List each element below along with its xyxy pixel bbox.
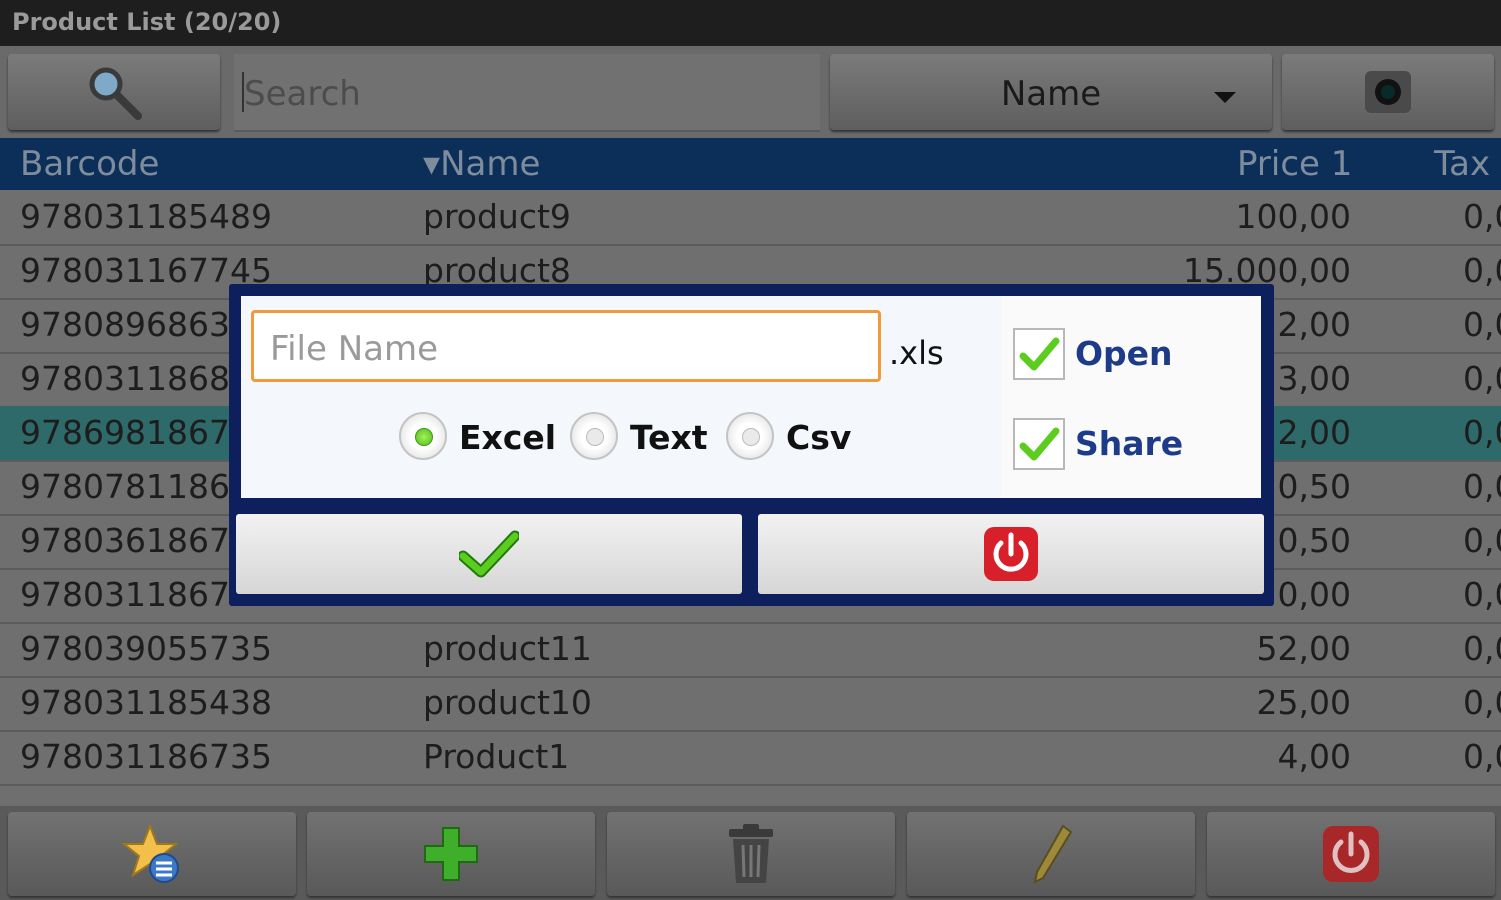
power-icon <box>1323 826 1379 882</box>
sort-field-dropdown[interactable]: Name <box>830 54 1272 130</box>
cell-tax: 0,0 <box>1463 521 1501 560</box>
format-label-csv: Csv <box>786 418 852 457</box>
cell-price: 0,00 <box>1277 575 1351 614</box>
cell-name: Product1 <box>423 737 570 776</box>
column-header-tax[interactable]: Tax <box>1434 144 1490 184</box>
cell-name: product11 <box>423 629 592 668</box>
cell-price: 2,00 <box>1277 413 1351 452</box>
cancel-button[interactable] <box>758 514 1264 594</box>
cell-name: product10 <box>423 683 592 722</box>
checkmark-icon <box>1019 427 1060 461</box>
format-label-text: Text <box>630 418 708 457</box>
cell-tax: 0,0 <box>1463 629 1501 668</box>
cell-barcode: 9780896863 <box>20 305 230 344</box>
add-icon <box>424 827 478 881</box>
cell-barcode: 9780311868 <box>20 359 230 398</box>
camera-button[interactable] <box>1282 54 1494 130</box>
dialog-content: File Name .xls Excel Text Csv Open Share <box>241 296 1261 498</box>
title-bar: Product List (20/20) <box>0 0 1501 46</box>
cell-price: 2,00 <box>1277 305 1351 344</box>
table-header: Barcode ▾Name Price 1 Tax <box>0 138 1501 190</box>
cell-tax: 0,0 <box>1463 413 1501 452</box>
cell-price: 100,00 <box>1235 197 1351 236</box>
cell-tax: 0,0 <box>1463 305 1501 344</box>
edit-button[interactable] <box>907 812 1195 896</box>
radio-unselected-icon <box>570 412 618 460</box>
search-button[interactable] <box>8 54 220 130</box>
cell-barcode: 9780781186 <box>20 467 230 506</box>
cell-tax: 0,0 <box>1463 575 1501 614</box>
cell-tax: 0,0 <box>1463 737 1501 776</box>
table-row[interactable]: 978039055735 product11 52,00 0,0 <box>0 622 1501 678</box>
cell-price: 0,50 <box>1277 467 1351 506</box>
cell-barcode: 9786981867 <box>20 413 230 452</box>
cell-barcode: 978039055735 <box>20 629 272 668</box>
exit-button[interactable] <box>1207 812 1495 896</box>
file-extension: .xls <box>889 334 944 372</box>
toolbar: Search Name <box>0 46 1501 138</box>
cell-tax: 0,0 <box>1463 251 1501 290</box>
file-name-input[interactable]: File Name <box>251 310 881 382</box>
column-header-barcode[interactable]: Barcode <box>20 144 159 184</box>
sort-field-label: Name <box>1000 74 1102 114</box>
open-label: Open <box>1075 334 1173 373</box>
cell-price: 3,00 <box>1277 359 1351 398</box>
search-placeholder: Search <box>244 74 361 114</box>
file-name-placeholder: File Name <box>270 329 439 369</box>
share-checkbox[interactable] <box>1013 418 1065 470</box>
power-icon <box>984 527 1038 581</box>
open-checkbox[interactable] <box>1013 328 1065 380</box>
table-row-partial[interactable] <box>0 784 1501 806</box>
cell-tax: 0,0 <box>1463 197 1501 236</box>
cell-price: 25,00 <box>1256 683 1351 722</box>
cell-price: 0,50 <box>1277 521 1351 560</box>
trash-icon <box>729 824 773 883</box>
confirm-check-icon <box>459 530 519 578</box>
column-header-price[interactable]: Price 1 <box>1237 144 1352 184</box>
search-icon <box>89 67 142 120</box>
cell-barcode: 9780311867 <box>20 575 230 614</box>
table-row[interactable]: 978031185489 product9 100,00 0,0 <box>0 190 1501 246</box>
edit-pencil-icon <box>1033 824 1073 884</box>
radio-unselected-icon <box>726 412 774 460</box>
search-input[interactable]: Search <box>234 54 820 132</box>
radio-selected-icon <box>399 412 447 460</box>
share-label: Share <box>1075 424 1184 463</box>
delete-button[interactable] <box>607 812 895 896</box>
add-button[interactable] <box>307 812 595 896</box>
dropdown-arrow-icon <box>1214 92 1236 103</box>
cell-tax: 0,0 <box>1463 359 1501 398</box>
favorites-button[interactable] <box>8 812 296 896</box>
cell-barcode: 978031186735 <box>20 737 272 776</box>
cell-barcode: 9780361867 <box>20 521 230 560</box>
column-header-name[interactable]: ▾Name <box>423 144 540 184</box>
checkmark-icon <box>1019 337 1060 371</box>
window-title: Product List (20/20) <box>12 8 282 36</box>
table-row[interactable]: 978031185438 product10 25,00 0,0 <box>0 676 1501 732</box>
cell-price: 4,00 <box>1277 737 1351 776</box>
cell-price: 52,00 <box>1256 629 1351 668</box>
cell-tax: 0,0 <box>1463 683 1501 722</box>
cell-name: product9 <box>423 197 571 236</box>
camera-icon <box>1365 71 1411 113</box>
format-label-excel: Excel <box>459 418 557 457</box>
dialog-options-panel: Open Share <box>1001 296 1261 498</box>
table-row[interactable]: 978031186735 Product1 4,00 0,0 <box>0 730 1501 786</box>
cell-barcode: 978031185438 <box>20 683 272 722</box>
favorites-list-icon <box>121 823 179 883</box>
cell-barcode: 978031185489 <box>20 197 272 236</box>
bottom-action-bar <box>0 806 1501 900</box>
cell-tax: 0,0 <box>1463 467 1501 506</box>
confirm-button[interactable] <box>236 514 742 594</box>
export-dialog: File Name .xls Excel Text Csv Open Share <box>229 284 1274 606</box>
